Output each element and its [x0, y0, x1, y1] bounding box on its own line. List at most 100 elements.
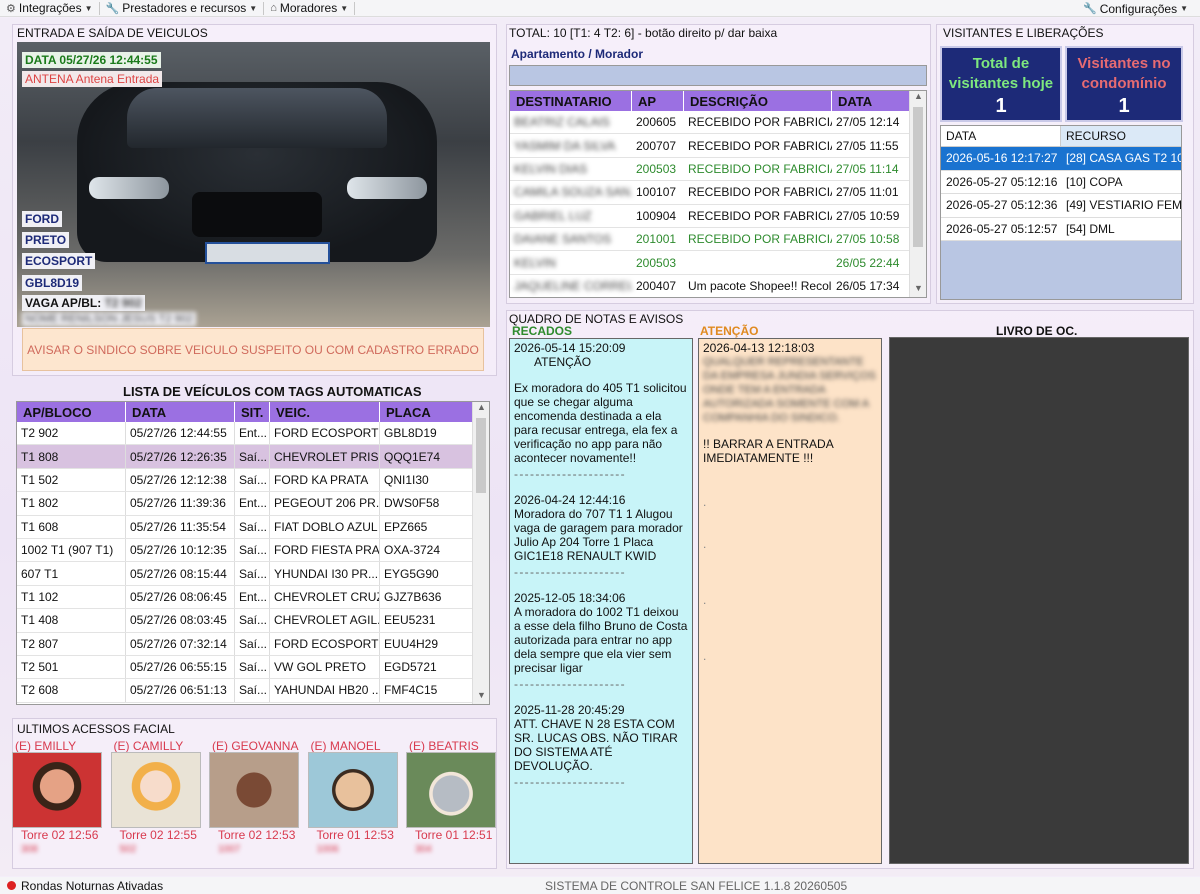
table-cell: RECEBIDO POR FABRICIA — [688, 208, 832, 223]
table-cell: 05/27/26 11:35:54 — [126, 515, 235, 538]
table-row[interactable]: T1 408 05/27/26 08:03:45 Saí... CHEVROLET A… — [17, 609, 489, 633]
menu-configuracoes[interactable]: 🔧 Configurações ▼ — [1077, 0, 1194, 17]
livro-textarea[interactable] — [889, 337, 1189, 864]
antenna-label: ANTENA Antena Entrada — [22, 71, 163, 87]
vehicle-list-scrollbar[interactable]: ▲ ▼ — [472, 402, 489, 704]
table-row[interactable]: T2 608 05/27/26 06:51:13 Saí... YAHUNDAI HB… — [17, 679, 489, 703]
face-photo[interactable] — [110, 752, 201, 828]
table-cell: T2 902 — [17, 422, 126, 445]
atencao-label: ATENÇÃO — [700, 324, 759, 338]
table-row[interactable]: KELVIN 200503 26/05 22:44 — [510, 251, 926, 275]
table-row[interactable]: T1 608 05/27/26 11:35:54 Saí... FIAT DOBLO … — [17, 515, 489, 539]
table-cell: JAQUELINE CORREIA — [514, 278, 632, 293]
col-header[interactable]: DESCRIÇÃO — [684, 91, 832, 111]
table-row[interactable]: BEATRIZ CALAIS 200605 RECEBIDO POR FABRICI… — [510, 111, 926, 135]
caret-down-icon: ▼ — [84, 3, 93, 13]
menu-integracoes[interactable]: ⚙ Integrações ▼ — [0, 1, 99, 15]
col-header[interactable]: RECURSO — [1061, 126, 1181, 146]
recados-textarea[interactable]: 2026-05-14 15:20:09 ATENÇÃO Ex moradora do… — [509, 338, 693, 864]
table-cell: OXA-3724 — [380, 538, 473, 562]
col-header[interactable]: PLACA — [380, 402, 473, 422]
table-row[interactable]: T1 808 05/27/26 12:26:35 Saí... CHEVROLET P… — [17, 445, 489, 469]
scroll-down-icon[interactable]: ▼ — [473, 690, 489, 704]
scroll-up-icon[interactable]: ▲ — [910, 91, 926, 105]
table-row[interactable]: T1 102 05/27/26 08:06:45 Ent... CHEVROLET C… — [17, 585, 489, 610]
table-cell: 27/05 11:14 — [836, 161, 899, 176]
col-header[interactable]: DATA — [941, 126, 1061, 146]
face-photo[interactable] — [307, 752, 398, 828]
caret-down-icon: ▼ — [1180, 4, 1188, 13]
table-cell: 05/27/26 06:55:15 — [126, 655, 235, 679]
menu-separator — [354, 1, 356, 15]
scroll-thumb[interactable] — [913, 107, 923, 247]
face-apartment: 308 — [21, 844, 38, 855]
table-row[interactable]: YASMIM DA SILVA 200707 RECEBIDO POR FABRIC… — [510, 134, 926, 158]
table-cell: T2 501 — [17, 655, 126, 679]
face-photo[interactable] — [12, 752, 102, 828]
col-header[interactable]: AP/BLOCO — [17, 402, 126, 422]
table-row[interactable]: T2 501 05/27/26 06:55:15 Saí... VW GOL PRET… — [17, 655, 489, 680]
face-apartment: 502 — [119, 844, 137, 855]
table-cell: 2026-05-27 05:12:16 — [946, 174, 1058, 189]
col-header[interactable]: AP — [632, 91, 684, 111]
table-cell: CHEVROLET PRIS... — [270, 445, 380, 468]
menu-prestadores[interactable]: 🔧 Prestadores e recursos ▼ — [100, 1, 264, 15]
col-header[interactable]: DESTINATARIO — [510, 91, 632, 111]
face-photo[interactable] — [406, 752, 496, 828]
packages-rows: BEATRIZ CALAIS 200605 RECEBIDO POR FABRICI… — [510, 111, 926, 297]
face-photo[interactable] — [209, 752, 299, 828]
atencao-dots: .... — [703, 495, 707, 663]
vaga-label: VAGA AP/BL: — [25, 296, 102, 310]
table-row[interactable]: 1002 T1 (907 T1) 05/27/26 10:12:35 Saí... F… — [17, 538, 489, 563]
table-row[interactable]: 2026-05-16 12:17:27 [28] CASA GAS T2 105 — [941, 147, 1181, 171]
table-cell: EPZ665 — [380, 515, 473, 538]
status-bar: Rondas Noturnas Ativadas SISTEMA DE CONT… — [0, 877, 1200, 894]
table-cell: T1 102 — [17, 585, 126, 609]
table-row[interactable]: 2026-05-27 05:12:57 [54] DML — [941, 217, 1181, 241]
col-header[interactable]: SIT. — [235, 402, 270, 422]
atencao-textarea[interactable]: 2026-04-13 12:18:03 QUALQUER REPRESENTAN… — [698, 338, 882, 864]
table-row[interactable]: JAQUELINE CORREIA 200407 Um pacote Shopee!… — [510, 275, 926, 297]
table-cell: VW GOL PRETO — [270, 655, 380, 679]
note-timestamp: 2026-05-14 15:20:09 — [514, 341, 626, 355]
col-header[interactable]: DATA — [126, 402, 235, 422]
face-apartment: 1007 — [218, 844, 241, 855]
table-row[interactable]: T2 807 05/27/26 07:32:14 Saí... FORD ECOSPO… — [17, 632, 489, 656]
col-header[interactable]: VEIC. — [270, 402, 380, 422]
table-cell: FORD ECOSPORT ... — [270, 422, 380, 445]
table-row[interactable]: T1 502 05/27/26 12:12:38 Saí... FORD KA PRA… — [17, 468, 489, 493]
vehicle-plate: GBL8D19 — [22, 275, 83, 291]
scroll-up-icon[interactable]: ▲ — [473, 402, 489, 416]
table-cell: Saí... — [235, 632, 270, 655]
table-cell: PEGEOUT 206 PR... — [270, 492, 380, 515]
table-cell: T1 802 — [17, 492, 126, 515]
vehicle-brand: FORD — [22, 211, 62, 227]
table-row[interactable]: T1 802 05/27/26 11:39:36 Ent... PEGEOUT 206… — [17, 492, 489, 516]
menu-moradores[interactable]: ⌂ Moradores ▼ — [264, 1, 354, 15]
table-row[interactable]: 607 T1 05/27/26 08:15:44 Saí... YHUNDAI I30… — [17, 562, 489, 586]
table-cell: RECEBIDO POR FABRICIA — [688, 185, 832, 200]
table-row[interactable]: 2026-05-27 05:12:36 [49] VESTIARIO FEM... — [941, 194, 1181, 218]
car-headlight — [347, 177, 427, 199]
table-row[interactable]: KELVIN DIAS 200503 RECEBIDO POR FABRICIA 27… — [510, 158, 926, 182]
table-cell: Saí... — [235, 445, 270, 468]
recados-label: RECADOS — [512, 324, 573, 338]
face-name: (E) GEOVANNA — [212, 739, 299, 753]
table-row[interactable]: T2 902 05/27/26 12:44:55 Ent... FORD ECOSPO… — [17, 422, 489, 446]
packages-search-input[interactable] — [509, 65, 927, 86]
table-cell: 2026-05-16 12:17:27 — [946, 151, 1058, 166]
table-cell-ap: 200503 — [636, 161, 677, 176]
scroll-down-icon[interactable]: ▼ — [910, 283, 926, 297]
menu-label: Moradores — [279, 1, 338, 15]
system-version: SISTEMA DE CONTROLE SAN FELICE 1.1.8 202… — [545, 878, 848, 893]
capture-date: DATA 05/27/26 12:44:55 — [22, 52, 161, 68]
table-row[interactable]: 2026-05-27 05:12:16 [10] COPA — [941, 170, 1181, 194]
caret-down-icon: ▼ — [249, 3, 258, 13]
table-row[interactable]: GABRIEL LUZ 100904 RECEBIDO POR FABRICIA 27… — [510, 205, 926, 228]
scroll-thumb[interactable] — [476, 418, 486, 493]
table-row[interactable]: CAMILA SOUZA SAN... 100107 RECEBIDO POR FA… — [510, 181, 926, 205]
packages-scrollbar[interactable]: ▲ ▼ — [909, 91, 926, 297]
note-timestamp: 2025-12-05 18:34:06 — [514, 591, 626, 605]
col-header[interactable]: DATA — [832, 91, 911, 111]
table-row[interactable]: DAIANE SANTOS 201001 RECEBIDO POR FABRICIA… — [510, 228, 926, 252]
